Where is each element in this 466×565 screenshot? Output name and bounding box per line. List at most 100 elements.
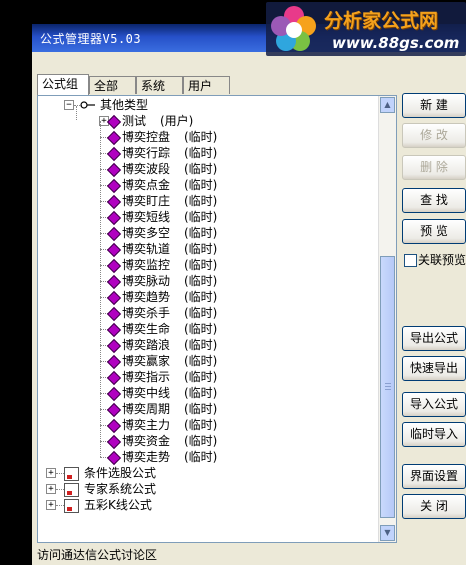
close-button[interactable]: 关 闭 [402, 494, 466, 519]
tree-line [100, 345, 101, 361]
tree-item-formula[interactable]: 博奕生命 (临时) [38, 313, 378, 338]
formula-diamond-icon [106, 322, 122, 338]
tree-item-test[interactable]: + 测试 (用户) [38, 106, 378, 130]
tree-item-tag: (临时) [184, 354, 218, 368]
tree-item-label: 博奕轨道 [122, 242, 171, 256]
tree-line [100, 361, 101, 377]
collapse-icon[interactable]: − [64, 100, 74, 110]
tree-item-formula[interactable]: 博奕短线 (临时) [38, 201, 378, 226]
vertical-scrollbar[interactable]: ▲ ▼ [378, 96, 396, 542]
tree-item-label: 博奕行踪 [122, 146, 171, 160]
tree-item-formula[interactable]: 博奕资金 (临时) [38, 425, 378, 450]
formula-diamond-icon [106, 162, 122, 178]
tree-line [100, 121, 101, 137]
formula-diamond-icon [106, 130, 122, 146]
window-title: 公式管理器V5.03 [40, 32, 142, 46]
tree-item-formula[interactable]: 博奕主力 (临时) [38, 409, 378, 434]
tab-label: 用户 [188, 79, 213, 93]
tree-group[interactable]: + 专家系统公式 [38, 481, 378, 497]
formula-diamond-icon [106, 418, 122, 434]
tree-item-label: 博奕指示 [122, 370, 171, 384]
tree-item-formula[interactable]: 博奕控盘 (临时) [38, 121, 378, 146]
tab-label: 公式组 [42, 77, 79, 91]
tree-item-tag: (临时) [184, 402, 218, 416]
tree-item-formula[interactable]: 博奕行踪 (临时) [38, 137, 378, 162]
tree-item-formula[interactable]: 博奕赢家 (临时) [38, 345, 378, 370]
formula-tree[interactable]: − 其他类型 + 测试 (用户) 博奕控盘 (临时) 博奕行踪 (临时) 博奕波段 (临时… [37, 95, 397, 543]
ui-settings-button[interactable]: 界面设置 [402, 464, 466, 489]
quick-export-button[interactable]: 快速导出 [402, 356, 466, 381]
formula-group-icon [64, 499, 79, 513]
tree-group[interactable]: + 五彩K线公式 [38, 497, 378, 513]
tree-item-formula[interactable]: 博奕踏浪 (临时) [38, 329, 378, 354]
tree-item-formula[interactable]: 博奕监控 (临时) [38, 249, 378, 274]
tree-item-formula[interactable]: 博奕中线 (临时) [38, 377, 378, 402]
scroll-up-button[interactable]: ▲ [380, 97, 395, 113]
tree-line [100, 425, 101, 441]
tree-line [56, 505, 64, 506]
tree-item-formula[interactable]: 博奕指示 (临时) [38, 361, 378, 386]
tree-group[interactable]: + 条件选股公式 [38, 465, 378, 481]
tree-item-tag: (临时) [184, 322, 218, 336]
tree-item-formula[interactable]: 博奕轨道 (临时) [38, 233, 378, 258]
scroll-thumb[interactable] [380, 256, 395, 518]
formula-diamond-icon [106, 338, 122, 354]
tree-item-formula[interactable]: 博奕杀手 (临时) [38, 297, 378, 322]
expand-icon[interactable]: + [46, 484, 56, 494]
thumb-grip [385, 389, 391, 390]
find-button[interactable]: 查 找 [402, 188, 466, 213]
logo-brand-text: 分析家公式网 [324, 10, 439, 32]
forum-link[interactable]: 访问通达信公式讨论区 [37, 547, 157, 563]
tree-item-formula[interactable]: 博奕点金 (临时) [38, 169, 378, 194]
tree-line [100, 313, 101, 329]
tree-item-formula[interactable]: 博奕趋势 (临时) [38, 281, 378, 306]
tree-item-tag: (临时) [184, 370, 218, 384]
tree-item-label: 博奕中线 [122, 386, 171, 400]
tree-item-formula[interactable]: 博奕周期 (临时) [38, 393, 378, 418]
expand-icon[interactable]: + [46, 468, 56, 478]
tree-item-tag: (用户) [160, 114, 194, 128]
flower-logo-icon [271, 6, 316, 51]
tab-all[interactable]: 全部 [89, 76, 136, 94]
tab-formula-group[interactable]: 公式组 [37, 74, 89, 95]
new-button[interactable]: 新 建 [402, 93, 466, 118]
tree-item-formula[interactable]: 博奕盯庄 (临时) [38, 185, 378, 210]
tab-user[interactable]: 用户 [183, 76, 230, 94]
tree-node-other-types[interactable]: − 其他类型 [38, 97, 378, 113]
tab-system[interactable]: 系统 [136, 76, 183, 94]
formula-diamond-icon [106, 450, 122, 466]
expand-icon[interactable]: + [46, 500, 56, 510]
tree-line [100, 217, 101, 233]
formula-diamond-icon [106, 434, 122, 450]
formula-diamond-icon [106, 274, 122, 290]
formula-diamond-icon [106, 402, 122, 418]
preview-button[interactable]: 预 览 [402, 219, 466, 244]
tree-item-tag: (临时) [184, 210, 218, 224]
tree-item-label: 博奕踏浪 [122, 338, 171, 352]
export-formula-button[interactable]: 导出公式 [402, 326, 466, 351]
tree-item-formula[interactable]: 博奕波段 (临时) [38, 153, 378, 178]
delete-button[interactable]: 删 除 [402, 155, 466, 180]
scroll-down-button[interactable]: ▼ [380, 525, 395, 541]
tree-item-tag: (临时) [184, 226, 218, 240]
tree-item-formula[interactable]: 博奕走势 (临时) [38, 441, 378, 466]
formula-diamond-icon [106, 306, 122, 322]
modify-button[interactable]: 修 改 [402, 123, 466, 148]
checkbox-label: 关联预览 [418, 253, 466, 267]
tree-item-formula[interactable]: 博奕多空 (临时) [38, 217, 378, 242]
tree-line [100, 409, 101, 425]
import-formula-button[interactable]: 导入公式 [402, 392, 466, 417]
temp-import-button[interactable]: 临时导入 [402, 422, 466, 447]
formula-diamond-icon [106, 114, 122, 130]
checkbox-box[interactable] [404, 254, 417, 267]
tree-item-label: 博奕短线 [122, 210, 171, 224]
tree-item-tag: (临时) [184, 258, 218, 272]
tree-item-formula[interactable]: 博奕脉动 (临时) [38, 265, 378, 290]
logo-url-text: www.88gs.com [332, 34, 460, 52]
tree-item-label: 博奕生命 [122, 322, 171, 336]
tree-item-tag: (临时) [184, 386, 218, 400]
thumb-grip [385, 383, 391, 384]
tree-item-tag: (临时) [184, 194, 218, 208]
tree-item-tag: (临时) [184, 146, 218, 160]
tree-line [100, 377, 101, 393]
